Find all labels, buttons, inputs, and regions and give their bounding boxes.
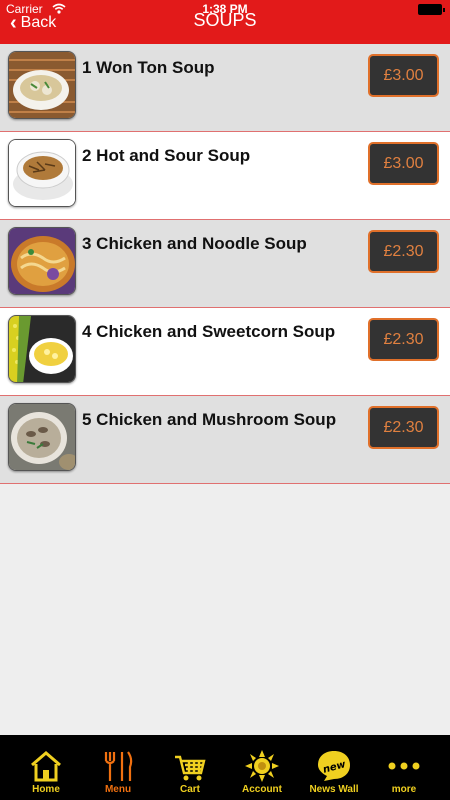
chicken-noodle-soup-image (8, 227, 76, 295)
list-item[interactable]: 1 Won Ton Soup £3.00 (0, 44, 450, 132)
price-button[interactable]: £2.30 (368, 230, 439, 273)
soup-list: 1 Won Ton Soup £3.00 2 Hot and Sour Soup… (0, 44, 450, 484)
item-name: 2 Hot and Sour Soup (82, 146, 251, 165)
fork-knife-icon (104, 751, 133, 781)
chicken-sweetcorn-soup-image (8, 315, 76, 383)
won-ton-soup-image (8, 51, 76, 119)
tab-label: more (391, 784, 417, 795)
tab-news-wall[interactable]: new News Wall (298, 735, 370, 800)
sun-icon (245, 750, 279, 782)
chicken-mushroom-soup-image (8, 403, 76, 471)
tab-home[interactable]: Home (10, 735, 82, 800)
list-item[interactable]: 3 Chicken and Noodle Soup £2.30 (0, 220, 450, 308)
more-dots-icon (388, 762, 420, 770)
tab-more[interactable]: more (368, 735, 440, 800)
tab-label: Cart (179, 784, 200, 795)
cart-icon (175, 755, 206, 781)
page-title: SOUPS (193, 10, 257, 30)
tab-label: Home (32, 784, 60, 795)
home-icon (31, 751, 61, 782)
list-item[interactable]: 2 Hot and Sour Soup £3.00 (0, 132, 450, 220)
new-badge-icon: new (318, 751, 350, 781)
tab-label: Menu (104, 784, 132, 795)
item-name: 1 Won Ton Soup (82, 58, 215, 77)
tab-menu[interactable]: Menu (82, 735, 154, 800)
item-name: 3 Chicken and Noodle Soup (82, 234, 307, 253)
price-button[interactable]: £3.00 (368, 142, 439, 185)
price-button[interactable]: £2.30 (368, 406, 439, 449)
price-button[interactable]: £2.30 (368, 318, 439, 361)
item-name: 5 Chicken and Mushroom Soup (82, 410, 337, 429)
item-name: 4 Chicken and Sweetcorn Soup (82, 322, 336, 341)
nav-header: Carrier 1:38 PM ‹ Back SOUPS (0, 0, 450, 44)
list-item[interactable]: 4 Chicken and Sweetcorn Soup £2.30 (0, 308, 450, 396)
list-item[interactable]: 5 Chicken and Mushroom Soup £2.30 (0, 396, 450, 484)
tab-label: News Wall (309, 784, 359, 795)
price-button[interactable]: £3.00 (368, 54, 439, 97)
tab-bar: Home Menu Cart Account new News Wall mor… (0, 735, 450, 800)
tab-account[interactable]: Account (226, 735, 298, 800)
hot-and-sour-soup-image (8, 139, 76, 207)
tab-label: Account (242, 784, 282, 795)
tab-cart[interactable]: Cart (154, 735, 226, 800)
